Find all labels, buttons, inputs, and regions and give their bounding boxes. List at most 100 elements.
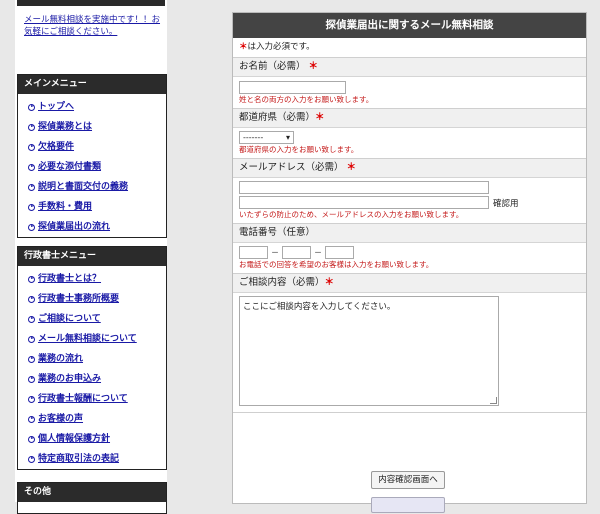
gyosei-menu-item[interactable]: 行政書士事務所概要 — [18, 289, 166, 309]
arrow-circle-icon — [28, 123, 35, 131]
chevron-down-icon: ▾ — [285, 133, 290, 142]
name-row: お名前（必需） ＊ 姓と名の両方の入力をお願い致します。 — [233, 58, 586, 109]
arrow-circle-icon — [28, 183, 35, 191]
gyosei-menu-link[interactable]: 行政書士とは？ — [38, 269, 101, 289]
main-menu-item[interactable]: 必要な添付書類 — [18, 157, 166, 177]
phone-row: 電話番号（任意） － － お電話での回答を希望のお客様は入力をお願い致します。 — [233, 224, 586, 274]
arrow-circle-icon — [28, 223, 35, 231]
other-menu-title: その他 — [18, 483, 166, 502]
phone-note: お電話での回答を希望のお客様は入力をお願い致します。 — [239, 260, 434, 269]
sidebar-column: メール無料相談を実施中です！！お気軽にご相談ください。 メインメニュー トップへ… — [15, 0, 167, 514]
email-input[interactable] — [239, 181, 489, 194]
main-menu-item[interactable]: 探偵業務とは — [18, 117, 166, 137]
gyosei-menu-item[interactable]: 業務の流れ — [18, 349, 166, 369]
arrow-circle-icon — [28, 275, 35, 283]
main-menu-link[interactable]: 必要な添付書類 — [38, 157, 101, 177]
gyosei-menu-link[interactable]: ご相談について — [38, 309, 101, 329]
phone-control-cell: － － お電話での回答を希望のお客様は入力をお願い致します。 — [233, 243, 586, 273]
form-title: 探偵業届出に関するメール無料相談 — [233, 13, 586, 38]
pref-select[interactable]: ------- ▾ — [239, 131, 294, 144]
gyosei-menu-link[interactable]: メール無料相談について — [38, 329, 137, 349]
gyosei-menu-link[interactable]: 行政書士報酬について — [38, 389, 128, 409]
email-confirm-input[interactable] — [239, 196, 489, 209]
confirm-button[interactable]: 内容確認画面へ — [371, 471, 445, 489]
main-menu-title: メインメニュー — [18, 75, 166, 94]
gyosei-menu-link[interactable]: お客様の声 — [38, 409, 83, 429]
arrow-circle-icon — [28, 143, 35, 151]
main-menu-link[interactable]: 説明と書面交付の義務 — [38, 177, 128, 197]
pref-note: 都道府県の入力をお願い致します。 — [239, 145, 359, 154]
phone-input-2[interactable] — [282, 246, 311, 259]
gyosei-menu-item[interactable]: 個人情報保護方針 — [18, 429, 166, 449]
secondary-button[interactable] — [371, 497, 445, 513]
main-menu-item[interactable]: トップへ — [18, 97, 166, 117]
main-menu: メインメニュー トップへ 探偵業務とは 欠格要件 必要な添付書類 説明と書面交付の義務手… — [17, 74, 167, 238]
arrow-circle-icon — [28, 355, 35, 363]
gyosei-menu-item[interactable]: 行政書士報酬について — [18, 389, 166, 409]
gyosei-menu-list: 行政書士とは？ 行政書士事務所概要 ご相談について メール無料相談について 業務の流れ業… — [18, 266, 166, 469]
gyosei-menu-link[interactable]: 業務のお申込み — [38, 369, 101, 389]
sidebar: メール無料相談を実施中です！！お気軽にご相談ください。 メインメニュー トップへ… — [0, 0, 202, 514]
phone-input-1[interactable] — [239, 246, 268, 259]
email-label-cell: メールアドレス（必需） ＊ — [233, 159, 586, 178]
arrow-circle-icon — [28, 335, 35, 343]
pref-selected: ------- — [243, 133, 264, 142]
gyosei-menu-item[interactable]: メール無料相談について — [18, 329, 166, 349]
main-menu-link[interactable]: 手数料・費用 — [38, 197, 92, 217]
gyosei-menu-item[interactable]: ご相談について — [18, 309, 166, 329]
other-menu: その他 — [17, 482, 167, 514]
pref-control-cell: ------- ▾ 都道府県の入力をお願い致します。 — [233, 128, 586, 158]
main-menu-list: トップへ 探偵業務とは 欠格要件 必要な添付書類 説明と書面交付の義務 手数料・費用 探偵業… — [18, 94, 166, 237]
gyosei-menu-link[interactable]: 行政書士事務所概要 — [38, 289, 119, 309]
arrow-circle-icon — [28, 455, 35, 463]
arrow-circle-icon — [28, 295, 35, 303]
name-label: お名前（必需） — [239, 61, 306, 72]
content-textarea-text: ここにご相談内容を入力してください。 — [243, 302, 396, 312]
pref-required-mark: ＊ — [315, 112, 325, 123]
pref-label-cell: 都道府県（必需）＊ — [233, 109, 586, 128]
arrow-circle-icon — [28, 203, 35, 211]
gyosei-menu-link[interactable]: 業務の流れ — [38, 349, 83, 369]
main-menu-link[interactable]: 欠格要件 — [38, 137, 74, 157]
email-label: メールアドレス（必需） — [239, 162, 344, 173]
content-label-cell: ご相談内容（必需）＊ — [233, 274, 586, 293]
phone-dash-1: － — [271, 248, 279, 257]
gyosei-menu-link[interactable]: 特定商取引法の表記 — [38, 449, 119, 469]
gyosei-menu: 行政書士メニュー 行政書士とは？ 行政書士事務所概要 ご相談について メール無料相談に… — [17, 246, 167, 470]
pref-label: 都道府県（必需） — [239, 112, 316, 123]
email-confirm-line: 確認用 — [239, 196, 580, 209]
gyosei-menu-item[interactable]: お客様の声 — [18, 409, 166, 429]
email-control-cell: 確認用 いたずらの防止のため、メールアドレスの入力をお願い致します。 — [233, 178, 586, 223]
arrow-circle-icon — [28, 375, 35, 383]
main-menu-link[interactable]: 探偵業務とは — [38, 117, 92, 137]
resize-grip-icon[interactable] — [490, 397, 497, 404]
main-menu-link[interactable]: 探偵業届出の流れ — [38, 217, 110, 237]
required-mark: ＊ — [239, 42, 248, 52]
main-menu-item[interactable]: 手数料・費用 — [18, 197, 166, 217]
arrow-circle-icon — [28, 315, 35, 323]
pref-row: 都道府県（必需）＊ ------- ▾ 都道府県の入力をお願い致します。 — [233, 109, 586, 159]
content-required-mark: ＊ — [324, 277, 335, 288]
gyosei-menu-item[interactable]: 業務のお申込み — [18, 369, 166, 389]
phone-input-3[interactable] — [325, 246, 354, 259]
gyosei-menu-item[interactable]: 特定商取引法の表記 — [18, 449, 166, 469]
name-input[interactable] — [239, 81, 346, 94]
phone-inputs: － － — [239, 246, 580, 259]
arrow-circle-icon — [28, 415, 35, 423]
required-note-row: ＊は入力必須です。 — [233, 38, 586, 58]
main-menu-link[interactable]: トップへ — [38, 97, 74, 117]
main-menu-item[interactable]: 説明と書面交付の義務 — [18, 177, 166, 197]
email-confirm-label: 確認用 — [493, 199, 519, 209]
email-required-mark: ＊ — [346, 162, 357, 173]
consult-form: 探偵業届出に関するメール無料相談 ＊は入力必須です。 お名前（必需） ＊ 姓と名… — [232, 12, 587, 513]
main-menu-item[interactable]: 欠格要件 — [18, 137, 166, 157]
gyosei-menu-item[interactable]: 行政書士とは？ — [18, 269, 166, 289]
required-note: は入力必須です。 — [247, 42, 315, 52]
content-textarea[interactable]: ここにご相談内容を入力してください。 — [239, 296, 499, 406]
content-label: ご相談内容（必需） — [239, 277, 325, 288]
main-menu-item[interactable]: 探偵業届出の流れ — [18, 217, 166, 237]
arrow-circle-icon — [28, 395, 35, 403]
intro-link[interactable]: メール無料相談を実施中です！！お気軽にご相談ください。 — [24, 14, 162, 38]
gyosei-menu-link[interactable]: 個人情報保護方針 — [38, 429, 110, 449]
name-control-cell: 姓と名の両方の入力をお願い致します。 — [233, 77, 586, 108]
